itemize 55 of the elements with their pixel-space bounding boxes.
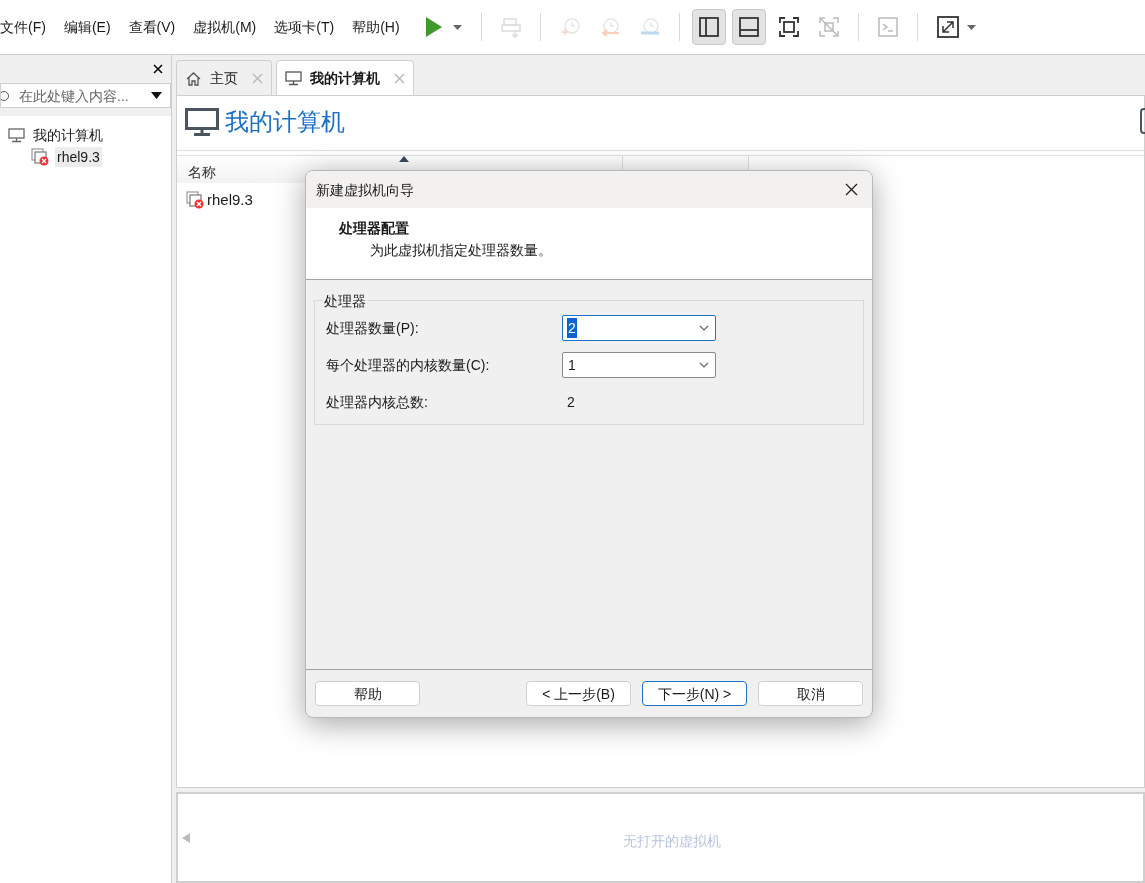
- search-field[interactable]: 在此处键入内容...: [0, 83, 171, 108]
- dialog-button[interactable]: 帮助: [315, 681, 420, 706]
- tab[interactable]: 主页: [176, 60, 272, 95]
- unity-icon: [818, 17, 839, 37]
- monitor-icon: [285, 70, 302, 86]
- fullscreen-icon: [778, 17, 799, 37]
- dialog-button[interactable]: 下一步(N) >: [642, 681, 747, 706]
- field-label: 处理器内核总数:: [326, 393, 429, 412]
- field-value: 2: [566, 393, 575, 412]
- tab[interactable]: 我的计算机: [276, 60, 414, 95]
- clock-plus-icon: [559, 17, 580, 37]
- sidebar-layout-icon: [698, 17, 719, 37]
- caret-icon[interactable]: [966, 24, 976, 30]
- chevron-down-icon: [699, 325, 709, 331]
- menu-item[interactable]: 编辑(E): [63, 17, 111, 37]
- dialog-button[interactable]: 取消: [758, 681, 863, 706]
- empty-message: 无打开的虚拟机: [623, 832, 721, 851]
- search-icon: [1, 89, 11, 102]
- field-label: 处理器数量(P):: [326, 319, 420, 338]
- clock-wrench-icon: [639, 17, 660, 37]
- column-header[interactable]: 名称: [188, 162, 216, 183]
- toolbar-button[interactable]: [731, 9, 766, 45]
- menu-item[interactable]: 虚拟机(M): [193, 17, 257, 37]
- menu-item[interactable]: 查看(V): [128, 17, 176, 37]
- menu-item[interactable]: 选项卡(T): [274, 17, 335, 37]
- menu-item[interactable]: 帮助(H): [352, 17, 400, 37]
- vm-error-icon: [31, 148, 49, 166]
- network-icon: [500, 16, 521, 38]
- field-label: 每个处理器的内核数量(C):: [326, 356, 491, 375]
- table-cell-text: rhel9.3: [207, 189, 253, 210]
- monitor-icon: [8, 127, 25, 143]
- sort-icon[interactable]: [399, 156, 409, 162]
- dialog-title: 新建虚拟机向导: [316, 180, 414, 200]
- step-description: 为此虚拟机指定处理器数量。: [369, 241, 553, 260]
- close-icon[interactable]: [153, 64, 163, 74]
- vm-error-icon: [186, 191, 204, 209]
- chevron-down-icon: [699, 362, 709, 368]
- step-heading: 处理器配置: [339, 219, 410, 238]
- dropdown[interactable]: 1: [562, 352, 716, 378]
- home-icon: [185, 70, 202, 86]
- group-label: 处理器: [323, 291, 367, 311]
- caret-icon[interactable]: [452, 24, 462, 30]
- bottom-panel-icon: [738, 17, 759, 37]
- dialog-button[interactable]: < 上一步(B): [526, 681, 631, 706]
- stretch-icon: [936, 16, 959, 38]
- dropdown-icon[interactable]: [151, 92, 162, 99]
- toolbar-button[interactable]: [691, 9, 726, 45]
- monitor-icon: [185, 108, 219, 136]
- menu-item[interactable]: 文件(F): [0, 17, 46, 37]
- tree-item[interactable]: 我的计算机: [31, 125, 105, 145]
- page-title: 我的计算机: [225, 107, 345, 137]
- dropdown[interactable]: 2: [562, 315, 716, 341]
- close-icon[interactable]: [845, 183, 858, 196]
- tree-item[interactable]: rhel9.3: [55, 147, 102, 167]
- terminal-icon: [877, 17, 898, 37]
